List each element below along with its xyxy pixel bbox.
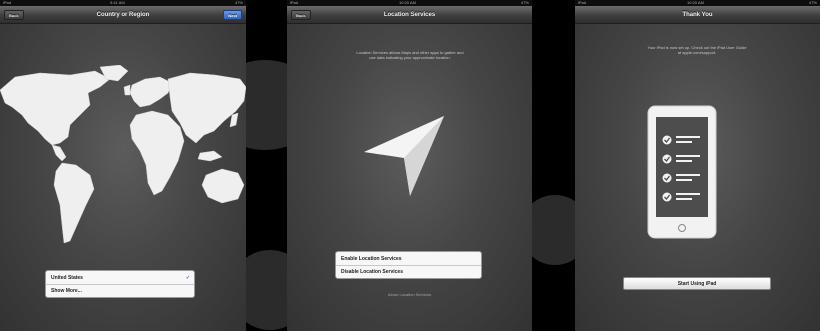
location-services-screen: iPad 10:20 AM 47% Back Location Services… (287, 0, 532, 331)
show-more-label: Show More... (51, 288, 82, 294)
country-option-united-states[interactable]: United States ✓ (46, 271, 194, 284)
nav-bar: Back Country or Region Next (0, 6, 246, 24)
about-location-link[interactable]: About Location Services (357, 292, 462, 297)
location-info-text: Location Services allows Maps and other … (356, 50, 464, 60)
country-option-label: United States (51, 274, 83, 281)
ipad-checklist-icon (647, 105, 717, 239)
back-button[interactable]: Back (291, 10, 311, 20)
enable-location-services-option[interactable]: Enable Location Services (336, 252, 481, 265)
location-options-list: Enable Location Services Disable Locatio… (335, 251, 482, 279)
nav-title: Thank You (682, 12, 713, 18)
start-using-ipad-button[interactable]: Start Using iPad (623, 277, 771, 290)
thank-you-screen: iPad 10:20 AM 47% Thank You Your iPad is… (575, 0, 820, 331)
nav-bar: Back Location Services (287, 6, 532, 24)
next-button[interactable]: Next (223, 10, 242, 20)
nav-title: Location Services (383, 12, 436, 18)
country-list: United States ✓ Show More... (45, 270, 195, 298)
nav-title: Country or Region (96, 12, 150, 18)
country-region-screen: iPad 9:41 AM 47% Back Country or Region … (0, 0, 246, 331)
setup-complete-text: Your iPad is now set up. Check out the i… (647, 45, 747, 55)
checkmark-icon: ✓ (185, 274, 190, 281)
location-arrow-icon (364, 116, 444, 196)
show-more-option[interactable]: Show More... (46, 284, 194, 297)
enable-location-label: Enable Location Services (341, 255, 402, 262)
world-map-icon (0, 65, 246, 244)
back-button[interactable]: Back (4, 10, 24, 20)
disable-location-label: Disable Location Services (341, 269, 403, 275)
disable-location-services-option[interactable]: Disable Location Services (336, 265, 481, 278)
nav-bar: Thank You (575, 6, 820, 24)
